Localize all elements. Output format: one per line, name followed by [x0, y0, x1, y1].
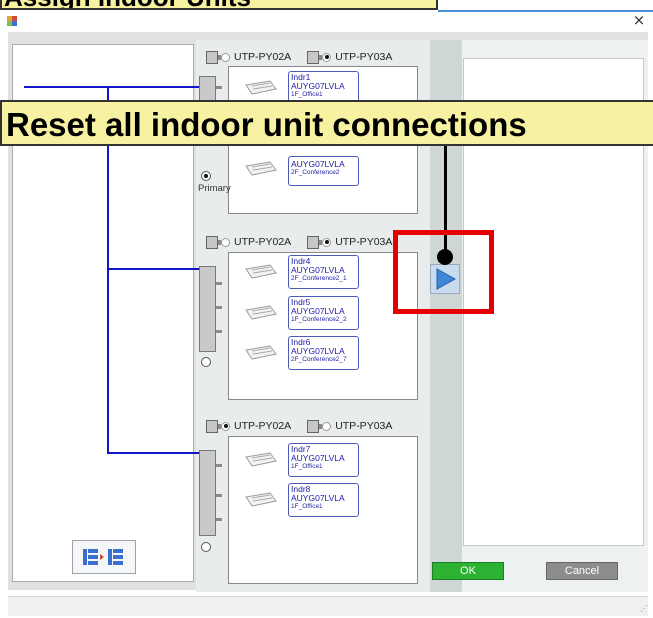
unit-model: AUYG07LVLA: [291, 265, 345, 275]
unit-location: 1F_Office1: [291, 463, 323, 470]
reset-connections-icon: [83, 549, 123, 565]
port-tick: [216, 330, 222, 333]
radio-utp-py03a[interactable]: [322, 52, 332, 62]
radio-utp-py02a[interactable]: [221, 421, 230, 431]
indoor-unit[interactable]: Indr6 AUYG07LVLA 2F_Conference2_7: [232, 336, 372, 372]
controller-icon: [206, 50, 221, 64]
connection-line: [24, 86, 200, 88]
radio-utp-py03a[interactable]: [322, 237, 332, 247]
port-tick: [216, 306, 222, 309]
primary-radio[interactable]: [201, 357, 211, 367]
unit-location: 2F_Conference2: [291, 169, 340, 176]
indoor-unit[interactable]: Indr8 AUYG07LVLA 1F_Office1: [232, 483, 372, 519]
controller-1-type-selector: UTP-PY02A UTP-PY03A: [206, 48, 392, 66]
port-tick: [216, 282, 222, 285]
controller-2-ports: [199, 266, 216, 352]
cassette-unit-icon: [245, 305, 277, 320]
unit-model: AUYG07LVLA: [291, 81, 345, 91]
cassette-unit-icon: [245, 345, 277, 360]
connection-line: [107, 452, 200, 454]
status-bar: [8, 596, 648, 616]
radio-utp-py02a[interactable]: [221, 237, 230, 247]
highlight-box: [393, 230, 494, 314]
port-tick: [216, 86, 222, 89]
indoor-unit-card: AUYG07LVLA 2F_Conference2: [288, 156, 359, 186]
title-divider: [438, 10, 653, 12]
indoor-unit[interactable]: Indr7 AUYG07LVLA 1F_Office1: [232, 443, 372, 479]
controller-icon: [206, 235, 221, 249]
indoor-unit[interactable]: AUYG07LVLA 2F_Conference2: [232, 152, 372, 188]
top-banner: Assign Indoor Units: [0, 0, 438, 10]
primary-label: Primary: [198, 183, 231, 194]
cassette-unit-icon: [245, 452, 277, 467]
ok-button[interactable]: OK: [432, 562, 504, 580]
primary-radio[interactable]: [201, 542, 211, 552]
indoor-unit-card: Indr6 AUYG07LVLA 2F_Conference2_7: [288, 336, 359, 370]
cancel-button[interactable]: Cancel: [546, 562, 618, 580]
cassette-unit-icon: [245, 492, 277, 507]
annotation-text: Reset all indoor unit connections: [6, 106, 527, 143]
close-button[interactable]: ×: [628, 10, 650, 30]
controller-3-type-selector: UTP-PY02A UTP-PY03A: [206, 417, 392, 435]
radio-utp-py03a[interactable]: [322, 421, 332, 431]
controller-icon: [307, 235, 323, 249]
cassette-unit-icon: [245, 80, 277, 95]
option-label: UTP-PY02A: [234, 51, 292, 63]
reset-connections-button[interactable]: [72, 540, 136, 574]
controller-icon: [307, 419, 323, 433]
primary-radio[interactable]: [201, 171, 211, 181]
option-label: UTP-PY02A: [234, 420, 292, 432]
top-banner-text: Assign Indoor Units: [4, 0, 251, 8]
unit-model: AUYG07LVLA: [291, 453, 345, 463]
controller-icon: [206, 419, 221, 433]
radio-utp-py02a[interactable]: [221, 52, 230, 62]
option-label: UTP-PY03A: [335, 236, 393, 248]
indoor-unit-card: Indr5 AUYG07LVLA 1F_Conference2_2: [288, 296, 359, 330]
option-label: UTP-PY03A: [335, 420, 393, 432]
unit-model: AUYG07LVLA: [291, 493, 345, 503]
indoor-unit-card: Indr7 AUYG07LVLA 1F_Office1: [288, 443, 359, 477]
option-label: UTP-PY02A: [234, 236, 292, 248]
unit-location: 1F_Office1: [291, 503, 323, 510]
unit-model: AUYG07LVLA: [291, 159, 345, 169]
connection-line: [107, 268, 200, 270]
unit-location: 1F_Office1: [291, 91, 323, 98]
unit-location: 1F_Conference2_2: [291, 316, 347, 323]
controller-2-type-selector: UTP-PY02A UTP-PY03A: [206, 233, 392, 251]
controller-3-ports: [199, 450, 216, 536]
indoor-unit-card: Indr4 AUYG07LVLA 2F_Conference2_1: [288, 255, 359, 289]
unit-location: 2F_Conference2_1: [291, 275, 347, 282]
indoor-unit[interactable]: Indr5 AUYG07LVLA 1F_Conference2_2: [232, 296, 372, 332]
port-tick: [216, 494, 222, 497]
port-tick: [216, 464, 222, 467]
indoor-unit[interactable]: Indr4 AUYG07LVLA 2F_Conference2_1: [232, 255, 372, 291]
unit-model: AUYG07LVLA: [291, 306, 345, 316]
resize-grip-icon[interactable]: ⋰: [640, 604, 648, 613]
unit-model: AUYG07LVLA: [291, 346, 345, 356]
cassette-unit-icon: [245, 161, 277, 176]
app-icon: [6, 14, 18, 26]
port-tick: [216, 518, 222, 521]
cassette-unit-icon: [245, 264, 277, 279]
close-icon: ×: [632, 11, 646, 29]
controller-icon: [307, 50, 323, 64]
annotation-banner: Reset all indoor unit connections: [0, 100, 653, 146]
indoor-unit-card: Indr8 AUYG07LVLA 1F_Office1: [288, 483, 359, 517]
unit-location: 2F_Conference2_7: [291, 356, 347, 363]
option-label: UTP-PY03A: [335, 51, 393, 63]
